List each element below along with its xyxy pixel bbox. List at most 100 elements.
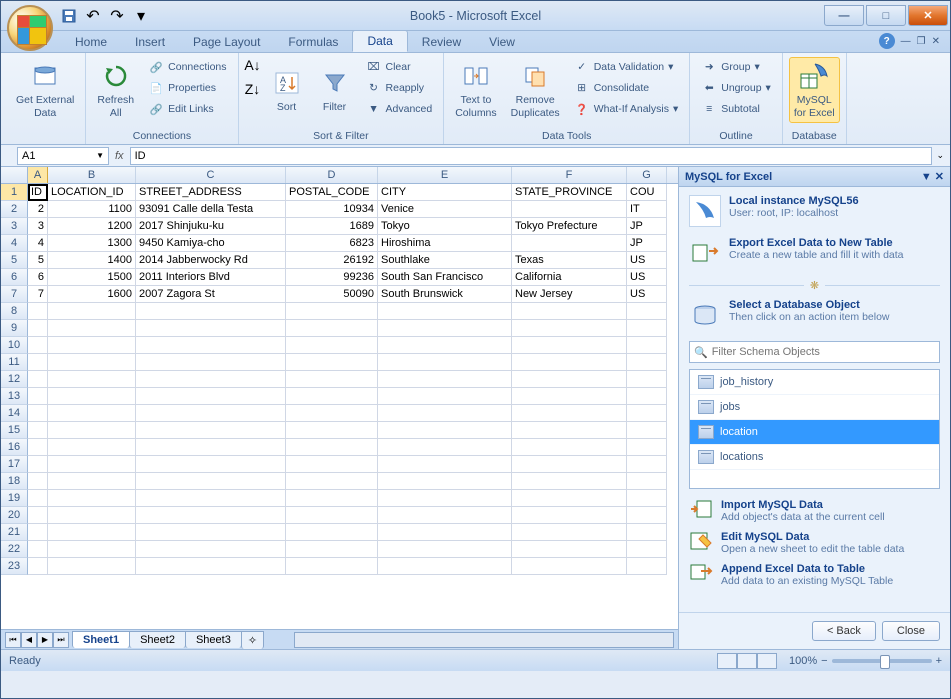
cell[interactable]: 1400: [48, 252, 136, 269]
row-header[interactable]: 18: [1, 473, 28, 490]
row-header[interactable]: 2: [1, 201, 28, 218]
cell[interactable]: US: [627, 286, 667, 303]
zoom-level[interactable]: 100%: [789, 655, 817, 667]
back-button[interactable]: < Back: [812, 621, 876, 641]
cell[interactable]: [627, 558, 667, 575]
tab-data[interactable]: Data: [352, 30, 407, 52]
cell[interactable]: [627, 490, 667, 507]
row-header[interactable]: 7: [1, 286, 28, 303]
row-header[interactable]: 15: [1, 422, 28, 439]
cell[interactable]: [378, 405, 512, 422]
expand-formula-bar-icon[interactable]: ⌄: [936, 150, 944, 161]
cell[interactable]: [286, 490, 378, 507]
cell[interactable]: [28, 337, 48, 354]
minimize-ribbon-icon[interactable]: —: [901, 36, 911, 47]
cell[interactable]: [286, 439, 378, 456]
cell[interactable]: [28, 558, 48, 575]
cell[interactable]: [136, 337, 286, 354]
what-if-button[interactable]: ❓What-If Analysis▾: [569, 99, 684, 119]
properties-button[interactable]: 📄Properties: [143, 78, 231, 98]
cell[interactable]: [286, 337, 378, 354]
cell[interactable]: 1200: [48, 218, 136, 235]
append-action[interactable]: Append Excel Data to Table Add data to a…: [689, 563, 940, 587]
cell[interactable]: [286, 473, 378, 490]
cell[interactable]: [378, 320, 512, 337]
cell[interactable]: [378, 507, 512, 524]
tab-view[interactable]: View: [475, 32, 529, 52]
cell[interactable]: [48, 541, 136, 558]
last-sheet-button[interactable]: ⏭: [53, 632, 69, 648]
row-header[interactable]: 22: [1, 541, 28, 558]
qat-dropdown-icon[interactable]: ▾: [131, 6, 151, 26]
cell[interactable]: 9450 Kamiya-cho: [136, 235, 286, 252]
cell[interactable]: [627, 405, 667, 422]
cell[interactable]: [286, 354, 378, 371]
cell[interactable]: [136, 541, 286, 558]
get-external-data-button[interactable]: Get External Data: [11, 57, 79, 123]
cell[interactable]: [286, 541, 378, 558]
cell[interactable]: 4: [28, 235, 48, 252]
row-header[interactable]: 16: [1, 439, 28, 456]
cell[interactable]: [28, 422, 48, 439]
cell[interactable]: [378, 422, 512, 439]
cell[interactable]: STREET_ADDRESS: [136, 184, 286, 201]
cell[interactable]: [28, 541, 48, 558]
data-validation-button[interactable]: ✓Data Validation▾: [569, 57, 684, 77]
cell[interactable]: [28, 473, 48, 490]
fx-icon[interactable]: fx: [115, 150, 124, 162]
import-action[interactable]: Import MySQL Data Add object's data at t…: [689, 499, 940, 523]
cell[interactable]: [28, 439, 48, 456]
filter-button[interactable]: Filter: [313, 57, 357, 123]
cell[interactable]: [627, 354, 667, 371]
cell[interactable]: [627, 337, 667, 354]
cell[interactable]: STATE_PROVINCE: [512, 184, 627, 201]
next-sheet-button[interactable]: ▶: [37, 632, 53, 648]
consolidate-button[interactable]: ⊞Consolidate: [569, 78, 684, 98]
cell[interactable]: [286, 456, 378, 473]
cell[interactable]: [136, 558, 286, 575]
zoom-in-button[interactable]: +: [936, 655, 942, 667]
cell[interactable]: [286, 303, 378, 320]
cell[interactable]: 2017 Shinjuku-ku: [136, 218, 286, 235]
cell[interactable]: [512, 524, 627, 541]
search-input[interactable]: [712, 346, 935, 358]
tab-home[interactable]: Home: [61, 32, 121, 52]
row-header[interactable]: 12: [1, 371, 28, 388]
cell[interactable]: [378, 490, 512, 507]
sheet-tab-1[interactable]: Sheet1: [72, 631, 130, 648]
tab-insert[interactable]: Insert: [121, 32, 179, 52]
row-header[interactable]: 14: [1, 405, 28, 422]
cell[interactable]: [136, 371, 286, 388]
cell[interactable]: 7: [28, 286, 48, 303]
zoom-slider[interactable]: [832, 659, 932, 663]
cell[interactable]: [512, 235, 627, 252]
cell[interactable]: [627, 507, 667, 524]
sort-button[interactable]: AZ Sort: [265, 57, 309, 123]
row-header[interactable]: 10: [1, 337, 28, 354]
cell[interactable]: [48, 320, 136, 337]
cell[interactable]: [48, 473, 136, 490]
cell[interactable]: [378, 371, 512, 388]
cell[interactable]: JP: [627, 235, 667, 252]
cell[interactable]: Hiroshima: [378, 235, 512, 252]
cell[interactable]: [627, 303, 667, 320]
cell[interactable]: [378, 541, 512, 558]
panel-close-icon[interactable]: ✕: [935, 171, 944, 183]
cell[interactable]: [627, 524, 667, 541]
schema-search[interactable]: 🔍: [689, 341, 940, 363]
cell[interactable]: 93091 Calle della Testa: [136, 201, 286, 218]
subtotal-button[interactable]: ≡Subtotal: [696, 99, 776, 119]
cell[interactable]: [627, 388, 667, 405]
col-header-c[interactable]: C: [136, 167, 286, 183]
cell[interactable]: [48, 371, 136, 388]
cell[interactable]: [512, 422, 627, 439]
row-header[interactable]: 1: [1, 184, 28, 201]
close-panel-button[interactable]: Close: [882, 621, 940, 641]
cell[interactable]: IT: [627, 201, 667, 218]
col-header-b[interactable]: B: [48, 167, 136, 183]
chevron-down-icon[interactable]: ▼: [96, 151, 104, 160]
cell[interactable]: [286, 388, 378, 405]
cell[interactable]: [28, 507, 48, 524]
cell[interactable]: [28, 354, 48, 371]
cell[interactable]: [512, 388, 627, 405]
